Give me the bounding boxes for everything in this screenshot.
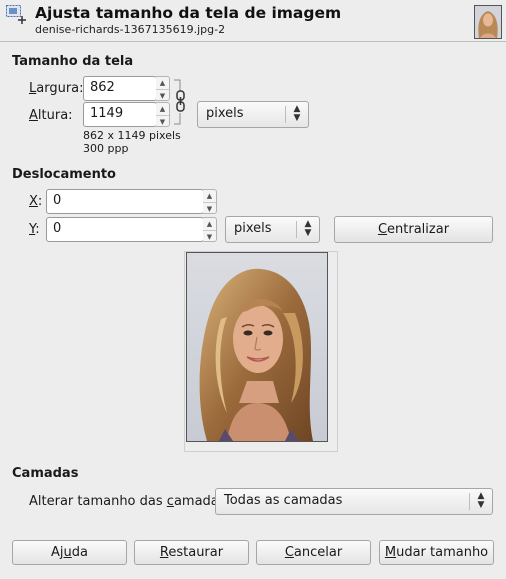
y-spin-down-icon[interactable]: ▼ [203,231,216,243]
height-spin-down-icon[interactable]: ▼ [156,116,169,128]
cancel-mnemonic: C [284,545,294,560]
combo-down-glyph: ▼ [293,113,301,123]
canvas-size-section-title: Tamanho da tela [12,54,134,69]
x-spin-down-icon[interactable]: ▼ [203,203,216,215]
height-spin-up-icon[interactable]: ▲ [156,103,169,116]
dialog-subtitle: denise-richards-1367135619.jpg-2 [35,23,226,36]
height-spinner[interactable]: ▲ ▼ [156,102,170,127]
offset-unit-select[interactable]: pixels ▲ ▼ [225,216,320,243]
y-offset-spinner[interactable]: ▲ ▼ [203,217,217,242]
image-preview[interactable] [186,252,328,442]
header-separator [0,41,506,42]
combo-separator [296,221,297,238]
x-offset-input[interactable]: 0 [46,189,204,214]
y-spin-up-icon[interactable]: ▲ [203,218,216,231]
offset-section-title: Deslocamento [12,167,116,182]
height-input[interactable]: 1149 [83,102,157,127]
width-spin-up-icon[interactable]: ▲ [156,77,169,90]
center-mnemonic: C [377,222,388,237]
width-spinner[interactable]: ▲ ▼ [156,76,170,101]
offset-unit-value: pixels [234,221,272,236]
y-offset-input[interactable]: 0 [46,217,204,242]
x-label-text: : [37,194,43,209]
canvas-unit-select[interactable]: pixels ▲ ▼ [197,101,309,128]
canvas-unit-value: pixels [206,106,244,121]
resize-layers-select[interactable]: Todas as camadas ▲ ▼ [215,488,493,515]
help-label-post: da [71,545,88,560]
combo-down-glyph: ▼ [304,228,312,238]
width-label: Largura: [29,81,84,96]
help-button[interactable]: Ajuda [12,540,127,565]
height-label-text: ltura: [37,108,73,123]
resize-layers-label-pre: Alterar tamanho das [29,494,167,509]
height-label-mnemonic: A [29,108,38,123]
cancel-label: ancelar [293,545,343,560]
reset-button[interactable]: Restaurar [134,540,249,565]
center-label: entralizar [387,222,450,237]
resize-layers-mnemonic: c [166,494,174,509]
dialog-title: Ajusta tamanho da tela de imagem [35,4,342,22]
resize-layers-value: Todas as camadas [224,493,343,508]
help-mnemonic: u [63,545,72,560]
dialog-icon [6,5,27,26]
combo-arrows-icon: ▲ ▼ [291,105,303,123]
x-offset-spinner[interactable]: ▲ ▼ [203,189,217,214]
chain-link-icon[interactable] [175,90,187,112]
width-input[interactable]: 862 [83,76,157,101]
reset-label: estaurar [168,545,224,560]
x-spin-up-icon[interactable]: ▲ [203,190,216,203]
y-offset-label: Y: [29,222,40,237]
combo-separator [469,493,470,510]
combo-separator [285,106,286,123]
resize-layers-label: Alterar tamanho das camadas [29,494,226,509]
cancel-button[interactable]: Cancelar [256,540,371,565]
width-label-text: argura: [36,81,84,96]
resize-mnemonic: M [384,545,397,560]
y-label-text: : [35,222,40,237]
layers-section-title: Camadas [12,466,79,481]
resize-label: udar tamanho [396,545,489,560]
canvas-size-info: 862 x 1149 pixels [83,129,181,142]
height-label: Altura: [29,108,73,123]
x-offset-label: X: [29,194,42,209]
image-thumbnail [474,5,502,39]
resize-button[interactable]: Mudar tamanho [379,540,494,565]
width-spin-down-icon[interactable]: ▼ [156,90,169,102]
combo-arrows-icon: ▲ ▼ [302,220,314,238]
x-label-mnemonic: X [29,194,38,209]
help-label-pre: Aj [51,545,64,560]
combo-arrows-icon: ▲ ▼ [475,492,487,510]
canvas-resolution-info: 300 ppp [83,142,129,155]
combo-down-glyph: ▼ [477,500,485,510]
center-button[interactable]: Centralizar [334,216,493,243]
